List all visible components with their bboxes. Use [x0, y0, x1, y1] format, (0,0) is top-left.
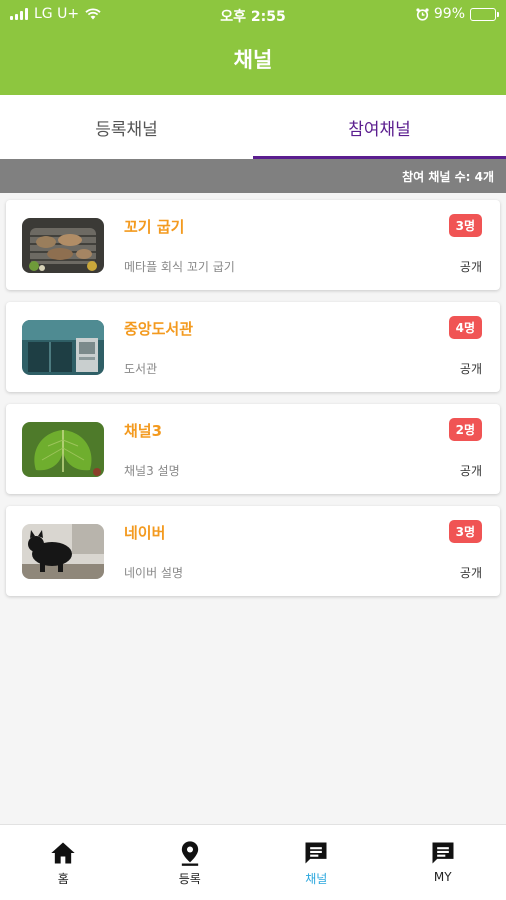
visibility-label: 공개	[459, 260, 482, 274]
visibility-label: 공개	[459, 566, 482, 580]
alarm-icon	[416, 7, 429, 21]
member-count-badge: 4명	[448, 316, 482, 339]
channel-description: 메타플 회식 꼬기 굽기	[124, 260, 235, 274]
visibility-label: 공개	[459, 362, 482, 376]
channel-title: 네이버	[124, 524, 166, 542]
nav-channel[interactable]: 채널	[253, 825, 380, 900]
bottom-navigation: 홈 등록 채널 MY	[0, 824, 506, 900]
joined-channel-count: 참여 채널 수: 4개	[0, 159, 506, 193]
nav-home[interactable]: 홈	[0, 825, 127, 900]
black-cat-photo	[22, 524, 104, 579]
member-count-badge: 3명	[448, 214, 482, 237]
channel-title: 꼬기 굽기	[124, 218, 185, 236]
channel-title: 채널3	[124, 422, 163, 440]
tab-joined-channels[interactable]: 참여채널	[253, 95, 506, 159]
chat-icon	[432, 842, 454, 864]
nav-register-label: 등록	[178, 872, 201, 886]
battery-percent: 99%	[433, 6, 465, 22]
channel-title: 중앙도서관	[124, 320, 194, 338]
battery-icon	[470, 7, 499, 21]
library-window-photo	[22, 320, 104, 375]
channel-description: 채널3 설명	[124, 464, 180, 478]
channel-card[interactable]: 꼬기 굽기 메타플 회식 꼬기 굽기 3명 공개	[6, 200, 500, 290]
visibility-label: 공개	[459, 464, 482, 478]
green-leaf-photo	[22, 422, 104, 477]
member-count-badge: 3명	[448, 520, 482, 543]
channel-thumbnail	[22, 218, 104, 273]
member-count-badge: 2명	[448, 418, 482, 441]
channel-list: 꼬기 굽기 메타플 회식 꼬기 굽기 3명 공개 중앙도서관 도서관 4명 공개	[6, 200, 500, 608]
channel-thumbnail	[22, 320, 104, 375]
channel-card[interactable]: 중앙도서관 도서관 4명 공개	[6, 302, 500, 392]
channel-description: 네이버 설명	[124, 566, 184, 580]
status-bar: LG U+ 오후 2:55 99%	[0, 0, 506, 30]
nav-channel-label: 채널	[305, 872, 328, 886]
location-pin-icon	[181, 841, 198, 866]
channel-thumbnail	[22, 524, 104, 579]
home-icon	[51, 842, 75, 864]
channel-tabs: 등록채널 참여채널	[0, 95, 506, 159]
joined-channel-count-label: 참여 채널 수: 4개	[402, 169, 494, 184]
page-title: 채널	[233, 48, 273, 72]
channel-card[interactable]: 채널3 채널3 설명 2명 공개	[6, 404, 500, 494]
nav-my[interactable]: MY	[380, 825, 506, 900]
channel-thumbnail	[22, 422, 104, 477]
tab-registered-channels[interactable]: 등록채널	[0, 95, 253, 159]
nav-register[interactable]: 등록	[127, 825, 254, 900]
channel-card[interactable]: 네이버 네이버 설명 3명 공개	[6, 506, 500, 596]
grilled-meat-photo	[22, 218, 104, 273]
nav-my-label: MY	[433, 870, 452, 884]
nav-home-label: 홈	[57, 872, 69, 886]
app-header: LG U+ 오후 2:55 99% 채널	[0, 0, 506, 95]
channel-description: 도서관	[124, 362, 158, 376]
chat-icon	[305, 842, 327, 864]
